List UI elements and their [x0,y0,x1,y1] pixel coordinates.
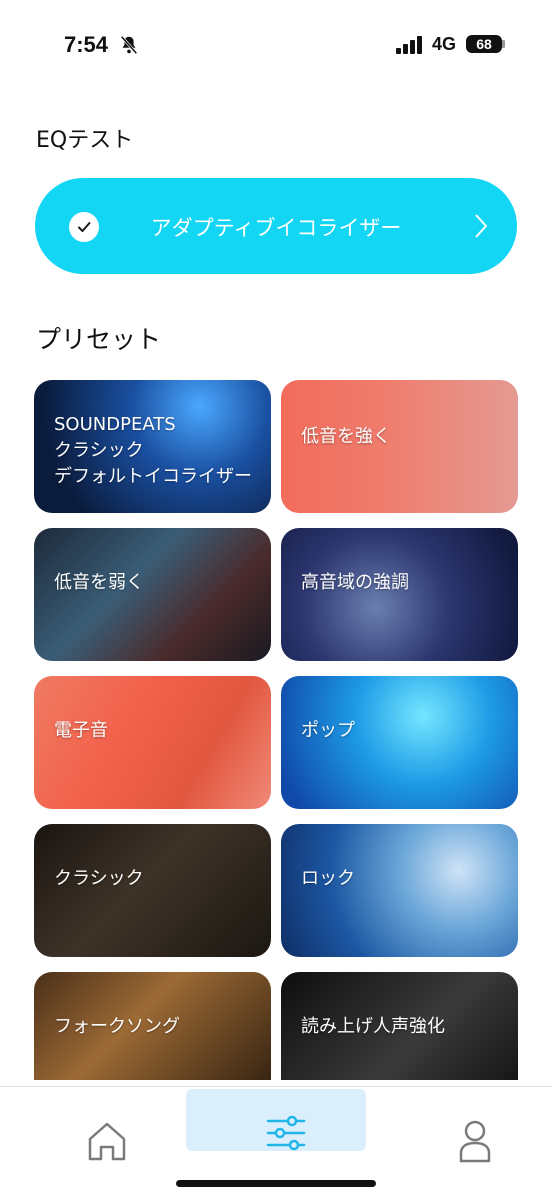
preset-card-bass-reduce[interactable]: 低音を弱く [34,528,271,661]
adaptive-eq-button[interactable]: アダプティブイコライザー [35,178,517,274]
eq-test-title: EQテスト [36,128,134,153]
equalizer-icon [266,1115,306,1151]
tab-home[interactable] [78,1113,136,1167]
preset-label: SOUNDPEATS クラシック デフォルトイコライザー [54,414,252,487]
home-indicator [176,1180,376,1187]
status-bar: 7:54 4G 68 [0,0,552,90]
preset-label: クラシック [54,868,144,889]
chevron-right-icon [475,214,488,238]
preset-card-rock[interactable]: ロック [281,824,518,957]
preset-label: 低音を強く [301,426,391,447]
preset-label: ロック [301,868,355,889]
preset-card-folk[interactable]: フォークソング [34,972,271,1080]
preset-card-soundpeats-classic[interactable]: SOUNDPEATS クラシック デフォルトイコライザー [34,380,271,513]
profile-icon [459,1120,491,1163]
preset-card-treble-boost[interactable]: 高音域の強調 [281,528,518,661]
preset-card-classical[interactable]: クラシック [34,824,271,957]
preset-label: 読み上げ人声強化 [301,1016,445,1037]
home-icon [88,1122,126,1161]
preset-grid: SOUNDPEATS クラシック デフォルトイコライザー 低音を強く 低音を弱く… [34,380,518,1080]
signal-icon [396,36,422,54]
presets-title: プリセット [36,325,162,354]
status-time: 7:54 [64,32,109,57]
preset-card-bass-boost[interactable]: 低音を強く [281,380,518,513]
preset-label: 電子音 [54,720,108,741]
preset-card-vocal-boost[interactable]: 読み上げ人声強化 [281,972,518,1080]
preset-label: ポップ [301,720,355,741]
battery-level: 68 [476,36,492,52]
preset-label: フォークソング [54,1016,180,1037]
preset-card-pop[interactable]: ポップ [281,676,518,809]
battery-cap [502,40,505,48]
muted-bell-icon [120,35,138,55]
tab-profile[interactable] [446,1113,504,1167]
battery-icon: 68 [466,35,502,53]
preset-label: 低音を弱く [54,572,144,593]
preset-card-electronic[interactable]: 電子音 [34,676,271,809]
tab-equalizer[interactable] [186,1089,366,1151]
preset-label: 高音域の強調 [301,572,409,593]
network-type: 4G [432,34,457,54]
adaptive-eq-label: アダプティブイコライザー [150,216,402,240]
